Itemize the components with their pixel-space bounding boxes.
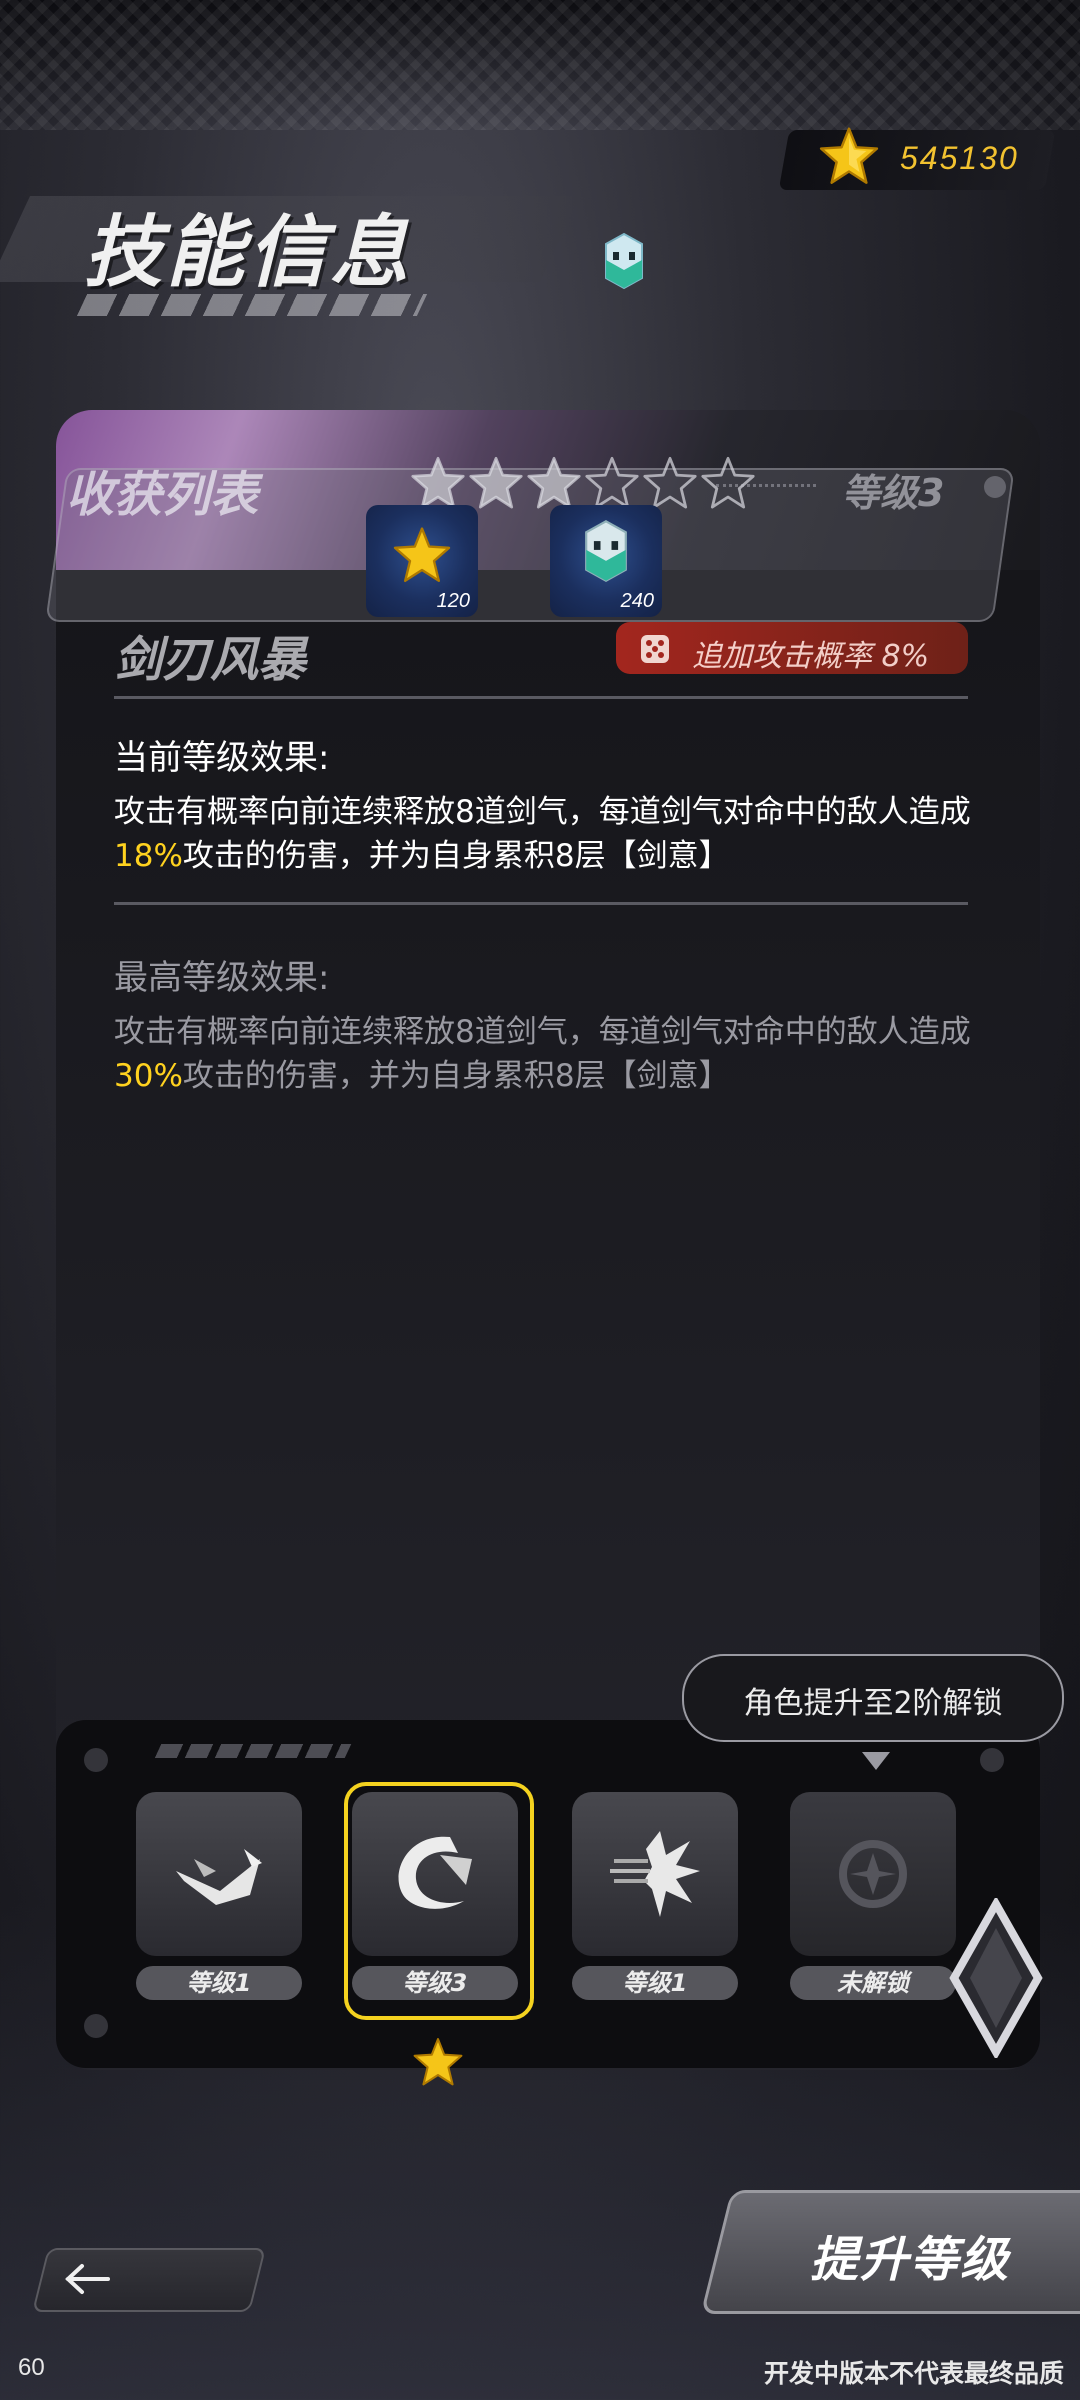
fps-counter: 60 xyxy=(18,2354,45,2381)
burst-icon xyxy=(610,1831,700,1917)
star-empty-icon xyxy=(701,456,755,509)
build-disclaimer: 开发中版本不代表最终品质 xyxy=(764,2359,1065,2388)
reward-item-star[interactable]: 120 xyxy=(366,505,478,617)
max-effect-text: 攻击有概率向前连续释放8道剑气，每道剑气对命中的敌人造成30%攻击的伤害，并为自… xyxy=(114,1014,971,1094)
harvest-dot xyxy=(984,476,1006,498)
harvest-level-label: 等级3 xyxy=(842,471,945,515)
unlock-hint-text: 角色提升至2阶解锁 xyxy=(743,1686,1003,1721)
reward-quantity: 120 xyxy=(436,590,470,612)
star-icon xyxy=(413,2038,463,2086)
dice-icon xyxy=(641,635,669,663)
skill-slot-3[interactable]: 等级1 xyxy=(572,1792,738,2000)
skill-slot-1[interactable]: 等级1 xyxy=(136,1792,302,2000)
unlock-hint-pointer xyxy=(862,1752,890,1770)
diamond-crystal-icon[interactable] xyxy=(946,1898,1046,2058)
star-icon xyxy=(819,127,879,184)
harvest-progress-line xyxy=(716,484,816,487)
back-arrow-icon[interactable] xyxy=(62,2262,112,2296)
max-effect-heading: 最高等级效果: xyxy=(114,958,330,998)
tray-dot xyxy=(980,1748,1004,1772)
currency-value: 545130 xyxy=(900,140,1019,176)
skill-slot-label: 等级1 xyxy=(572,1966,738,2000)
harvest-list-label: 收获列表 xyxy=(66,467,259,523)
star-icon xyxy=(393,527,451,582)
tray-dot xyxy=(84,2014,108,2038)
divider xyxy=(114,902,968,905)
skill-name: 剑刃风暴 xyxy=(114,632,307,688)
skill-bonus-badge: 追加攻击概率 8% xyxy=(616,622,968,674)
star-filled-icon xyxy=(411,456,465,509)
star-filled-icon xyxy=(527,456,581,509)
current-effect-heading: 当前等级效果: xyxy=(114,738,330,778)
skill-slot-4-locked[interactable]: 未解锁 xyxy=(790,1792,956,2000)
title-subtitle-decoration xyxy=(76,294,428,316)
blade-icon xyxy=(176,1849,262,1905)
reward-item-cube[interactable]: 240 xyxy=(550,505,662,617)
skill-bonus-text: 追加攻击概率 8% xyxy=(692,639,930,674)
star-empty-icon xyxy=(643,456,697,509)
locked-emblem-icon xyxy=(839,1840,907,1908)
skill-slot-label: 等级3 xyxy=(352,1966,518,2000)
skill-slot-label: 等级1 xyxy=(136,1966,302,2000)
unlock-hint-bubble: 角色提升至2阶解锁 xyxy=(682,1654,1064,1742)
current-effect-value: 18% xyxy=(114,838,183,874)
tray-title-decoration xyxy=(154,1744,352,1758)
page-title: 技能信息 xyxy=(84,208,413,298)
cube-icon xyxy=(585,520,627,582)
cube-icon xyxy=(605,232,643,290)
max-effect-value: 30% xyxy=(114,1058,183,1094)
star-filled-icon xyxy=(469,456,523,509)
reward-quantity: 240 xyxy=(620,590,654,612)
tray-dot xyxy=(84,1748,108,1772)
upgrade-button-label[interactable]: 提升等级 xyxy=(810,2220,1010,2290)
divider xyxy=(114,696,968,699)
skill-slot-label: 未解锁 xyxy=(790,1966,956,2000)
current-effect-text: 攻击有概率向前连续释放8道剑气，每道剑气对命中的敌人造成18%攻击的伤害，并为自… xyxy=(114,794,971,874)
crescent-icon xyxy=(398,1836,472,1909)
top-decor-band xyxy=(0,0,1080,130)
skill-slot-2[interactable]: 等级3 xyxy=(352,1792,518,2000)
star-empty-icon xyxy=(585,456,639,509)
